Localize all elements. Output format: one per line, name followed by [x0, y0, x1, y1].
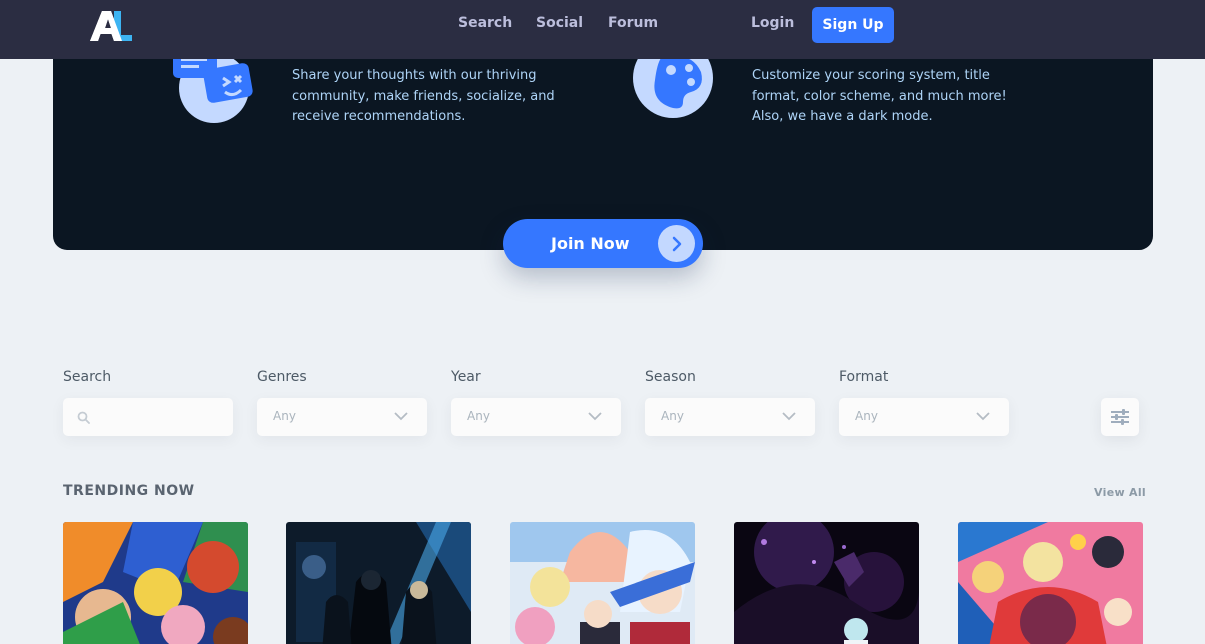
anime-cover-2[interactable] [286, 522, 471, 644]
anime-cover-5[interactable] [958, 522, 1143, 644]
search-input[interactable] [63, 398, 233, 436]
genres-select-value: Any [273, 409, 296, 423]
genres-filter-label: Genres [257, 369, 307, 385]
anime-cover-1[interactable] [63, 522, 248, 644]
chevron-down-icon [976, 412, 990, 421]
season-filter-label: Season [645, 369, 696, 385]
trending-now-heading[interactable]: TRENDING NOW [63, 483, 195, 499]
genres-select[interactable]: Any [257, 398, 427, 436]
sliders-icon [1111, 409, 1129, 425]
year-select-value: Any [467, 409, 490, 423]
chevron-right-icon [658, 225, 695, 262]
chevron-down-icon [394, 412, 408, 421]
join-now-button[interactable]: Join Now [503, 219, 703, 268]
join-now-label: Join Now [551, 234, 630, 253]
anime-cover-4[interactable] [734, 522, 919, 644]
season-select[interactable]: Any [645, 398, 815, 436]
nav-search-link[interactable]: Search [458, 15, 512, 31]
format-select[interactable]: Any [839, 398, 1009, 436]
anilist-logo[interactable] [88, 9, 132, 43]
advanced-filters-button[interactable] [1101, 398, 1139, 436]
season-select-value: Any [661, 409, 684, 423]
feature-social-text: Share your thoughts with our thriving co… [292, 68, 555, 124]
format-select-value: Any [855, 409, 878, 423]
format-filter-label: Format [839, 369, 889, 385]
anime-cover-3[interactable] [510, 522, 695, 644]
search-icon [77, 411, 90, 424]
feature-customize-text: Customize your scoring system, title for… [752, 68, 1007, 124]
view-all-link[interactable]: View All [1094, 486, 1146, 499]
chevron-down-icon [782, 412, 796, 421]
year-filter-label: Year [451, 369, 481, 385]
chevron-down-icon [588, 412, 602, 421]
login-link[interactable]: Login [751, 15, 794, 31]
year-select[interactable]: Any [451, 398, 621, 436]
search-filter-label: Search [63, 369, 112, 385]
sign-up-button[interactable]: Sign Up [812, 7, 894, 43]
top-nav-bar: Search Social Forum Login Sign Up [0, 0, 1205, 59]
nav-forum-link[interactable]: Forum [608, 15, 658, 31]
nav-social-link[interactable]: Social [536, 15, 583, 31]
